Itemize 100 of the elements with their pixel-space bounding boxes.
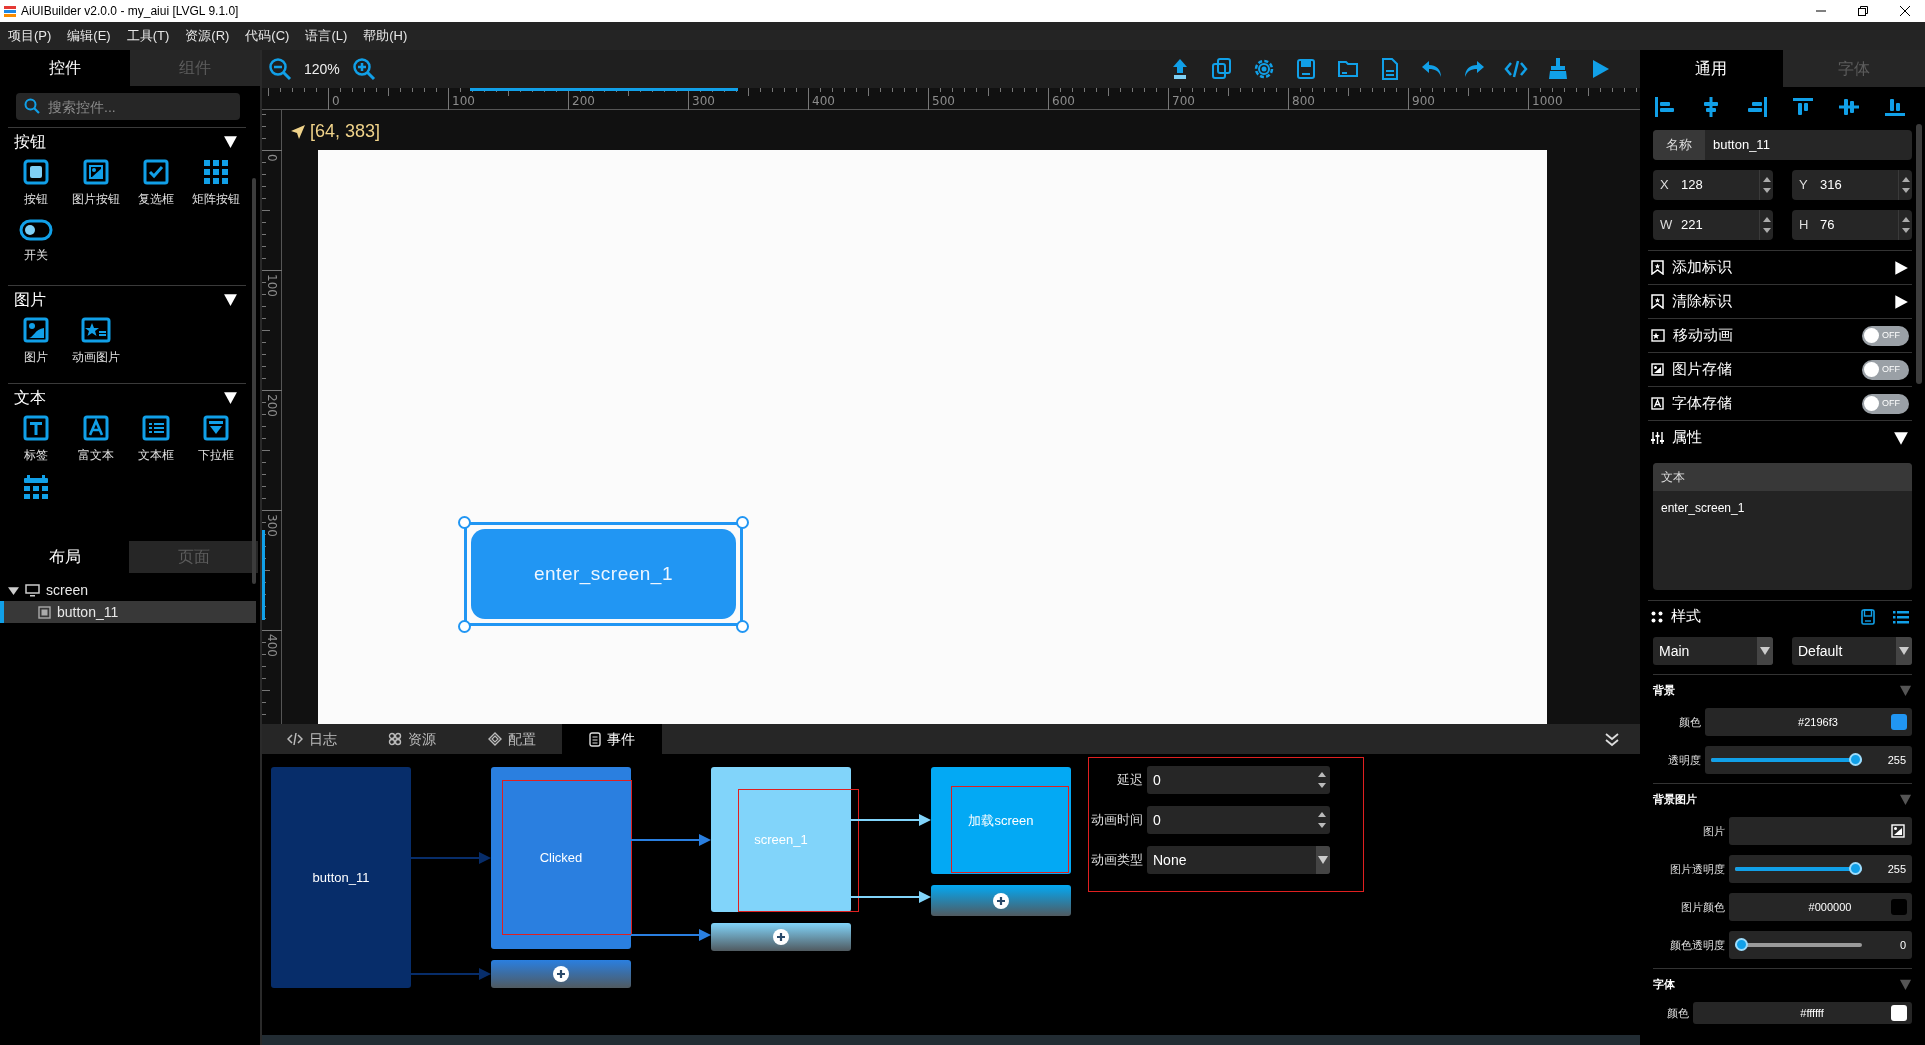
- copy-icon[interactable]: [1210, 57, 1234, 81]
- spin-arrows-icon[interactable]: [1762, 215, 1771, 235]
- dropdown-arrow-icon[interactable]: [1760, 647, 1770, 655]
- color-field[interactable]: #2196f3: [1705, 708, 1912, 736]
- event-node[interactable]: Clicked: [491, 767, 631, 949]
- brush-icon[interactable]: [1546, 57, 1570, 81]
- spin-arrows-icon[interactable]: [1901, 175, 1910, 195]
- close-icon[interactable]: [1899, 5, 1911, 17]
- color-swatch[interactable]: [1891, 1005, 1907, 1021]
- menu-item[interactable]: 编辑(E): [67, 26, 111, 46]
- add-button[interactable]: [491, 960, 631, 988]
- align-top-icon[interactable]: [1792, 96, 1814, 118]
- save-icon[interactable]: [1294, 57, 1318, 81]
- resize-handle[interactable]: [458, 516, 471, 529]
- widget-item[interactable]: 下拉框: [186, 411, 246, 471]
- menu-item[interactable]: 代码(C): [245, 26, 290, 46]
- list-icon[interactable]: [1893, 609, 1909, 624]
- image-icon[interactable]: [1891, 824, 1905, 838]
- spin-arrows-icon[interactable]: [1318, 810, 1326, 830]
- number-field[interactable]: H 76: [1792, 210, 1912, 240]
- widget-item[interactable]: 富文本: [66, 411, 126, 471]
- color-swatch[interactable]: [1891, 714, 1907, 730]
- align-bottom-icon[interactable]: [1884, 96, 1906, 118]
- color-field[interactable]: #000000: [1729, 893, 1912, 921]
- number-field[interactable]: 0: [1147, 806, 1330, 834]
- number-field[interactable]: W 221: [1653, 210, 1773, 240]
- settings-icon[interactable]: [1252, 57, 1276, 81]
- slider-thumb[interactable]: [1849, 752, 1862, 766]
- scrollbar[interactable]: [252, 178, 256, 584]
- widget-item[interactable]: 动画图片: [66, 313, 126, 373]
- menu-item[interactable]: 帮助(H): [363, 26, 408, 46]
- slider-track[interactable]: [1735, 861, 1862, 877]
- scrollbar[interactable]: [1916, 124, 1922, 384]
- collapse-triangle-icon[interactable]: [223, 292, 238, 307]
- align-middle-icon[interactable]: [1838, 96, 1860, 118]
- image-field[interactable]: [1729, 817, 1912, 845]
- tree-item[interactable]: button_11: [0, 601, 256, 623]
- menu-item[interactable]: 语言(L): [305, 26, 348, 46]
- restore-icon[interactable]: [1857, 5, 1869, 17]
- number-field[interactable]: X 128: [1653, 170, 1773, 200]
- menu-row[interactable]: 添加标识: [1648, 250, 1912, 284]
- spin-arrows-icon[interactable]: [1318, 770, 1326, 790]
- menu-row[interactable]: 清除标识: [1648, 284, 1912, 318]
- search-icon: [24, 98, 40, 114]
- zoom-in-icon[interactable]: [351, 57, 376, 81]
- dropdown-arrow-icon[interactable]: [1899, 647, 1909, 655]
- spin-arrows-icon[interactable]: [1762, 175, 1771, 195]
- spin-arrows-icon[interactable]: [1901, 215, 1910, 235]
- widget-item[interactable]: 按钮: [6, 155, 66, 215]
- add-button[interactable]: [931, 885, 1071, 916]
- search-field[interactable]: 搜索控件...: [16, 93, 240, 120]
- slider-thumb[interactable]: [1735, 937, 1748, 951]
- number-field[interactable]: Y 316: [1792, 170, 1912, 200]
- widget-item[interactable]: 标签: [6, 411, 66, 471]
- document-icon: [589, 731, 601, 747]
- collapse-triangle-icon[interactable]: [223, 134, 238, 149]
- slider-thumb[interactable]: [1849, 861, 1862, 875]
- zoom-out-icon[interactable]: [268, 57, 292, 81]
- expand-triangle-icon[interactable]: [1893, 259, 1909, 276]
- tree-item[interactable]: screen: [0, 579, 256, 601]
- dropdown-field[interactable]: Main: [1653, 637, 1773, 665]
- widget-item[interactable]: 图片: [6, 313, 66, 373]
- resize-handle[interactable]: [736, 516, 749, 529]
- resize-handle[interactable]: [736, 620, 749, 633]
- expand-triangle-icon[interactable]: [1893, 293, 1909, 310]
- plus-circle-icon: [773, 929, 789, 945]
- align-right-icon[interactable]: [1746, 96, 1768, 118]
- resize-handle[interactable]: [458, 620, 471, 633]
- text-area[interactable]: enter_screen_1: [1653, 491, 1912, 590]
- list-box-icon: [142, 415, 170, 441]
- collapse-triangle-icon[interactable]: [1893, 429, 1909, 446]
- slider-track[interactable]: [1711, 752, 1862, 768]
- widget-item[interactable]: 复选框: [126, 155, 186, 215]
- align-left-icon[interactable]: [1654, 96, 1676, 118]
- color-field[interactable]: #ffffff: [1693, 1002, 1912, 1024]
- menu-item[interactable]: 工具(T): [126, 26, 170, 46]
- slider-track[interactable]: [1735, 937, 1862, 953]
- menu-item[interactable]: 项目(P): [8, 26, 52, 46]
- dropdown-field[interactable]: Default: [1792, 637, 1912, 665]
- dropdown-arrow-icon[interactable]: [1318, 856, 1328, 864]
- name-field[interactable]: button_11: [1705, 130, 1912, 160]
- add-button[interactable]: [711, 923, 851, 951]
- widget-item[interactable]: 矩阵按钮: [186, 155, 246, 215]
- horizontal-scrollbar[interactable]: [262, 1035, 1640, 1045]
- bookmark-star-icon: [1651, 260, 1664, 275]
- tab[interactable]: 事件: [562, 724, 662, 754]
- collapse-caret-icon[interactable]: [8, 584, 19, 596]
- menu-item[interactable]: 资源(R): [185, 26, 230, 46]
- collapse-chevrons-icon[interactable]: [1604, 731, 1620, 747]
- section-title: 样式: [1671, 606, 1701, 627]
- save-icon[interactable]: [1861, 608, 1875, 625]
- widget-item[interactable]: 开关: [6, 215, 66, 275]
- color-swatch[interactable]: [1891, 899, 1907, 915]
- dropdown-box-icon: [203, 415, 229, 441]
- dropdown-field[interactable]: None: [1147, 846, 1330, 874]
- collapse-triangle-icon[interactable]: [223, 390, 238, 405]
- event-node[interactable]: button_11: [271, 767, 411, 988]
- widget-item[interactable]: 图片按钮: [66, 155, 126, 215]
- number-field[interactable]: 0: [1147, 766, 1330, 794]
- widget-item[interactable]: 文本框: [126, 411, 186, 471]
